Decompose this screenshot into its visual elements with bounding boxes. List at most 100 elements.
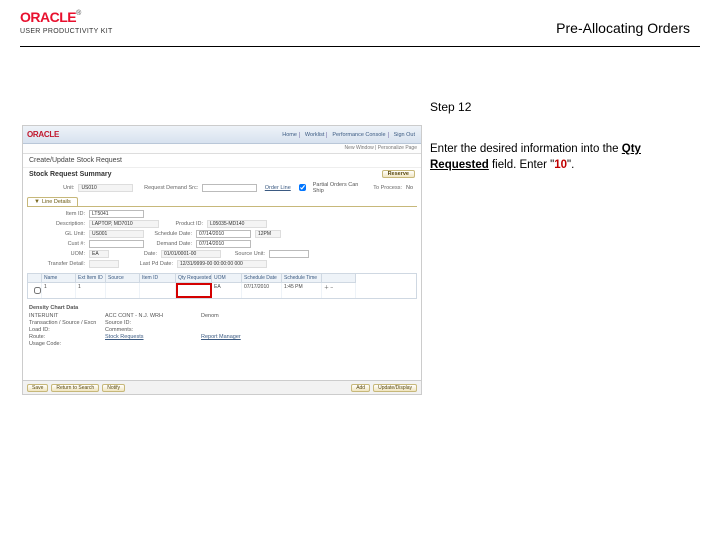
lc-r1l: INTERUNIT bbox=[29, 313, 99, 319]
col-qty[interactable]: Qty Requested bbox=[176, 274, 212, 283]
footer-bar: Save Return to Search Notify Add Update/… bbox=[23, 380, 421, 394]
row-name: 1 bbox=[42, 283, 76, 298]
desc-label: Description: bbox=[35, 221, 85, 227]
notify-button[interactable]: Notify bbox=[102, 384, 125, 392]
uom-label: UOM: bbox=[35, 251, 85, 257]
lc-r5v bbox=[105, 341, 195, 347]
cust-field[interactable] bbox=[89, 240, 144, 248]
tab-line-details[interactable]: ▼Line Details bbox=[27, 197, 78, 206]
source-field[interactable] bbox=[269, 250, 309, 258]
col-stime[interactable]: Schedule Time bbox=[282, 274, 322, 283]
qty-requested-input[interactable] bbox=[176, 283, 212, 298]
col-sel bbox=[28, 274, 42, 283]
wizard-panel: Step 12 Enter the desired information in… bbox=[430, 100, 690, 173]
col-source[interactable]: Source bbox=[106, 274, 140, 283]
date-label: Date: bbox=[113, 251, 157, 257]
unit-field: US010 bbox=[78, 184, 133, 192]
sched-time: 12PM bbox=[255, 230, 281, 238]
partial-ship-checkbox[interactable] bbox=[299, 184, 306, 191]
lc-r2l: Transaction / Source / Excn bbox=[29, 320, 99, 326]
row-uom[interactable]: EA bbox=[212, 283, 242, 298]
transfer-field bbox=[89, 260, 119, 268]
lower-title: Density Chart Data bbox=[29, 305, 415, 311]
step-instruction: Enter the desired information into the Q… bbox=[430, 142, 690, 173]
col-ext[interactable]: Ext Item ID bbox=[76, 274, 106, 283]
sched-field[interactable]: 07/14/2010 bbox=[196, 230, 251, 238]
demand-field[interactable]: 07/14/2010 bbox=[196, 240, 251, 248]
app-top-links: Home Worklist Performance Console Sign O… bbox=[280, 132, 417, 138]
lc-r3v: Comments: bbox=[105, 327, 195, 333]
row-stime[interactable]: 1:45 PM bbox=[282, 283, 322, 298]
summary-header: Stock Request Summary Reserve bbox=[23, 168, 421, 180]
lc-r4l: Route: bbox=[29, 334, 99, 340]
brand-subtitle: USER PRODUCTIVITY KIT bbox=[20, 28, 113, 35]
prod-field: L05035-MD140 bbox=[207, 220, 267, 228]
instr-mid: field. Enter " bbox=[489, 159, 554, 171]
page-title: Pre-Allocating Orders bbox=[556, 20, 690, 36]
app-logo: ORACLE bbox=[27, 130, 59, 139]
toplink[interactable]: Sign Out bbox=[392, 132, 417, 138]
row-sel[interactable] bbox=[28, 283, 42, 298]
toprocess-value: No bbox=[406, 185, 413, 191]
reqsrc-label: Request Demand Src: bbox=[137, 185, 198, 191]
breadcrumb: Create/Update Stock Request bbox=[23, 154, 421, 168]
save-button[interactable]: Save bbox=[27, 384, 48, 392]
col-actions bbox=[322, 274, 356, 283]
prod-label: Product ID: bbox=[163, 221, 203, 227]
summary-title: Stock Request Summary bbox=[29, 171, 111, 178]
toplink[interactable]: Worklist bbox=[303, 132, 327, 138]
col-item[interactable]: Item ID bbox=[140, 274, 176, 283]
step-label: Step 12 bbox=[430, 100, 690, 114]
subbar[interactable]: New Window | Personalize Page bbox=[23, 144, 421, 154]
col-name[interactable]: Name bbox=[42, 274, 76, 283]
add-button[interactable]: Add bbox=[351, 384, 370, 392]
gl-field: US001 bbox=[89, 230, 144, 238]
row-actions[interactable]: ＋ − bbox=[322, 283, 356, 298]
unit-label: Unit: bbox=[31, 185, 74, 191]
desc-field: LAPTOP, MD7010 bbox=[89, 220, 159, 228]
grid-row: 1 1 EA 07/17/2010 1:45 PM ＋ − bbox=[28, 283, 416, 298]
toprocess-label: To Process: bbox=[367, 185, 402, 191]
orderline-link[interactable]: Order Line bbox=[261, 185, 291, 191]
row-sdate[interactable]: 07/17/2010 bbox=[242, 283, 282, 298]
source-label: Source Unit: bbox=[225, 251, 265, 257]
lines-grid: Name Ext Item ID Source Item ID Qty Requ… bbox=[27, 273, 417, 299]
app-screenshot: ORACLE Home Worklist Performance Console… bbox=[22, 125, 422, 395]
uom-field: EA bbox=[89, 250, 109, 258]
reqsrc-field[interactable] bbox=[202, 184, 257, 192]
lc-r5l: Usage Code: bbox=[29, 341, 99, 347]
sched-label: Schedule Date: bbox=[148, 231, 192, 237]
col-uom[interactable]: UOM bbox=[212, 274, 242, 283]
gl-label: GL Unit: bbox=[35, 231, 85, 237]
col-sdate[interactable]: Schedule Date bbox=[242, 274, 282, 283]
lc-r6v[interactable]: Report Manager bbox=[201, 334, 261, 340]
tab-label: Line Details bbox=[42, 199, 71, 205]
lastpd-label: Last Pd Date: bbox=[123, 261, 173, 267]
row-ext: 1 bbox=[76, 283, 106, 298]
lc-r4v[interactable]: Stock Requests bbox=[105, 334, 195, 340]
brand-name: ORACLE bbox=[20, 9, 76, 25]
header-divider bbox=[20, 46, 700, 47]
item-field[interactable]: LT5041 bbox=[89, 210, 144, 218]
row-source[interactable] bbox=[106, 283, 140, 298]
demand-label: Demand Date: bbox=[148, 241, 192, 247]
row-checkbox[interactable] bbox=[34, 287, 41, 294]
lc-r1v: ACC CONT - N.J. WRH bbox=[105, 313, 195, 319]
toplink[interactable]: Performance Console bbox=[330, 132, 388, 138]
app-top-bar: ORACLE Home Worklist Performance Console… bbox=[23, 126, 421, 144]
item-label: Item ID: bbox=[35, 211, 85, 217]
partial-label: Partial Orders Can Ship bbox=[313, 182, 363, 194]
update-button[interactable]: Update/Display bbox=[373, 384, 417, 392]
brand-logo: ORACLE® USER PRODUCTIVITY KIT bbox=[20, 10, 113, 35]
toplink[interactable]: Home bbox=[280, 132, 300, 138]
detail-tabs: ▼Line Details bbox=[27, 197, 417, 207]
return-button[interactable]: Return to Search bbox=[51, 384, 99, 392]
lastpd-field: 12/31/9999-00 00:00:00 000 bbox=[177, 260, 267, 268]
reserve-button[interactable]: Reserve bbox=[382, 170, 415, 178]
date-field: 01/01/0001-00 bbox=[161, 250, 221, 258]
lc-r3l: Load ID: bbox=[29, 327, 99, 333]
row-item[interactable] bbox=[140, 283, 176, 298]
brand-tm: ® bbox=[76, 10, 81, 17]
lc-r7v: Denom bbox=[201, 313, 261, 319]
cust-label: Cust #: bbox=[35, 241, 85, 247]
